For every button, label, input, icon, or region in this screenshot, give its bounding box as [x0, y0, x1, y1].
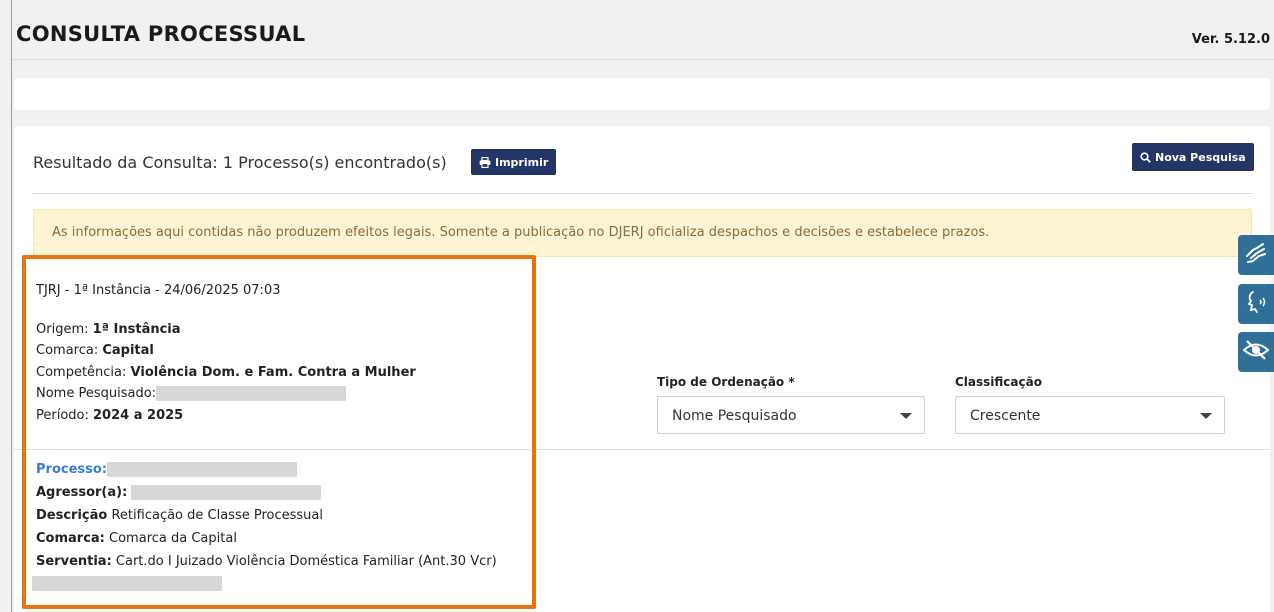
- chevron-down-icon: [1200, 413, 1212, 419]
- new-search-label: Nova Pesquisa: [1155, 150, 1246, 164]
- version-label: Ver. 5.12.0: [1191, 32, 1270, 47]
- print-button-label: Imprimir: [495, 155, 549, 169]
- new-search-button[interactable]: Nova Pesquisa: [1132, 143, 1254, 171]
- empty-strip: [14, 78, 1270, 110]
- printer-icon: [479, 156, 491, 168]
- classification-label: Classificação: [955, 375, 1042, 389]
- page-title: CONSULTA PROCESSUAL: [16, 22, 306, 46]
- eye-slash-icon: [1242, 338, 1270, 366]
- sign-language-icon: [1243, 240, 1269, 270]
- print-button[interactable]: Imprimir: [471, 149, 557, 175]
- page-header: CONSULTA PROCESSUAL Ver. 5.12.0: [12, 0, 1274, 60]
- classification-select[interactable]: Crescente: [955, 396, 1225, 434]
- alert-text: As informações aqui contidas não produze…: [52, 225, 990, 240]
- order-type-select[interactable]: Nome Pesquisado: [657, 396, 925, 434]
- sign-language-button[interactable]: [1238, 235, 1274, 275]
- search-icon: [1140, 151, 1151, 163]
- order-type-value: Nome Pesquisado: [672, 408, 797, 424]
- page: CONSULTA PROCESSUAL Ver. 5.12.0 Resultad…: [0, 0, 1274, 612]
- classification-value: Crescente: [970, 408, 1041, 424]
- chevron-down-icon: [900, 413, 912, 419]
- voice-button[interactable]: [1238, 284, 1274, 324]
- voice-icon: [1243, 289, 1269, 319]
- divider: [33, 193, 1253, 194]
- legal-notice-alert: As informações aqui contidas não produze…: [33, 209, 1252, 257]
- order-type-label: Tipo de Ordenação *: [657, 375, 795, 389]
- left-border: [11, 0, 12, 612]
- contrast-button[interactable]: [1238, 332, 1274, 372]
- highlight-box: [22, 255, 536, 609]
- results-summary: Resultado da Consulta: 1 Processo(s) enc…: [33, 153, 447, 172]
